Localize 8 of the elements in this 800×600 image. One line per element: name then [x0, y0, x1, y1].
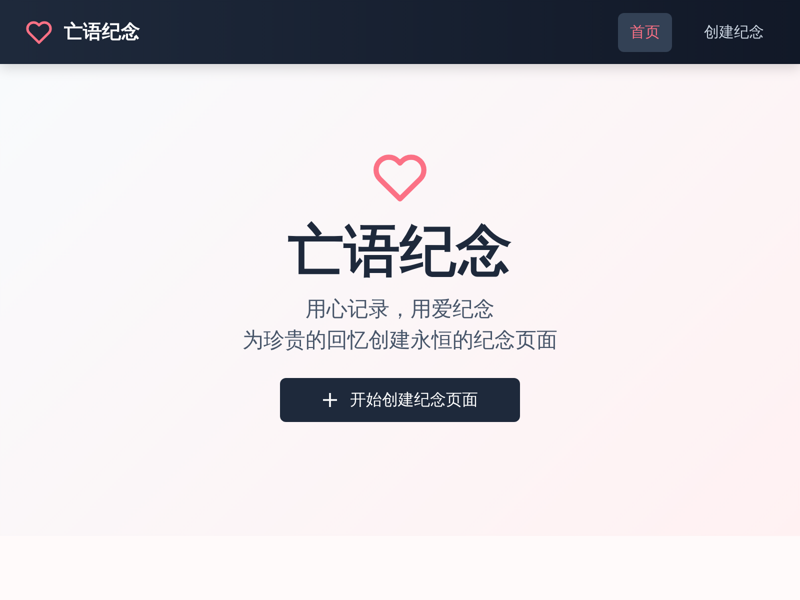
- brand-name: 亡语纪念: [64, 20, 140, 45]
- plus-icon: [322, 392, 338, 408]
- hero-title: 亡语纪念: [288, 220, 512, 284]
- hero-subtitle: 用心记录，用爱纪念: [304, 296, 496, 324]
- create-button[interactable]: 开始创建纪念页面: [280, 378, 520, 422]
- hero-subtitle: 为珍贵的回忆创建永恒的纪念页面: [242, 327, 558, 354]
- nav-link[interactable]: 创建纪念: [692, 12, 776, 52]
- nav-link[interactable]: 首页: [618, 12, 672, 52]
